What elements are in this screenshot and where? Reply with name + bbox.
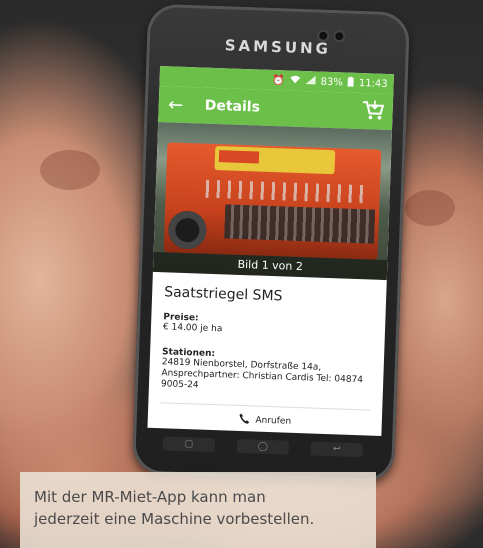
sensor-icon [335,32,344,41]
signal-icon [305,75,316,87]
call-label: Anrufen [255,415,292,427]
recent-apps-key[interactable]: ▢ [162,436,216,453]
hardware-keys: ▢ ◯ ↩ [162,436,364,463]
camera-icon [319,31,328,40]
caption-text: Mit der MR-Miet-App kann man jederzeit e… [34,486,374,530]
phone-brand: SAMSUNG [224,36,332,58]
seed-drill-machine [163,142,382,260]
clock: 11:43 [358,77,388,90]
brand-logo-mark [218,150,260,164]
wifi-icon [289,75,301,87]
wheel [167,210,208,250]
back-arrow-icon[interactable]: ← [162,94,189,116]
back-key[interactable]: ↩ [310,441,364,458]
toolbar-title: Details [204,97,261,116]
hoses [205,179,367,204]
battery-percent: 83% [320,76,344,88]
phone-device: SAMSUNG ⏰ 83% 11:43 ← Details Bild 1 von… [131,3,411,483]
caption-line-2: jederzeit eine Maschine vorbestellen. [34,510,315,528]
tines [224,204,376,244]
knuckle-shade [405,190,455,226]
machine-image[interactable]: Bild 1 von 2 [152,121,393,281]
battery-icon [347,76,355,89]
stations-value: 24819 Nienborstel, Dorfstraße 14a, Anspr… [160,357,364,391]
caption-box: Mit der MR-Miet-App kann man jederzeit e… [20,472,376,548]
knuckle-shade [40,150,100,190]
caption-line-1: Mit der MR-Miet-App kann man [34,488,266,506]
machine-details: Saatstriegel SMS Preise: € 14.00 je ha S… [147,272,386,436]
home-key[interactable]: ◯ [236,438,290,455]
alarm-icon: ⏰ [271,74,285,86]
phone-icon [238,413,249,427]
machine-title: Saatstriegel SMS [163,284,283,305]
cart-icon[interactable] [360,100,385,125]
phone-screen: ⏰ 83% 11:43 ← Details Bild 1 von 2 Saats… [147,66,394,436]
